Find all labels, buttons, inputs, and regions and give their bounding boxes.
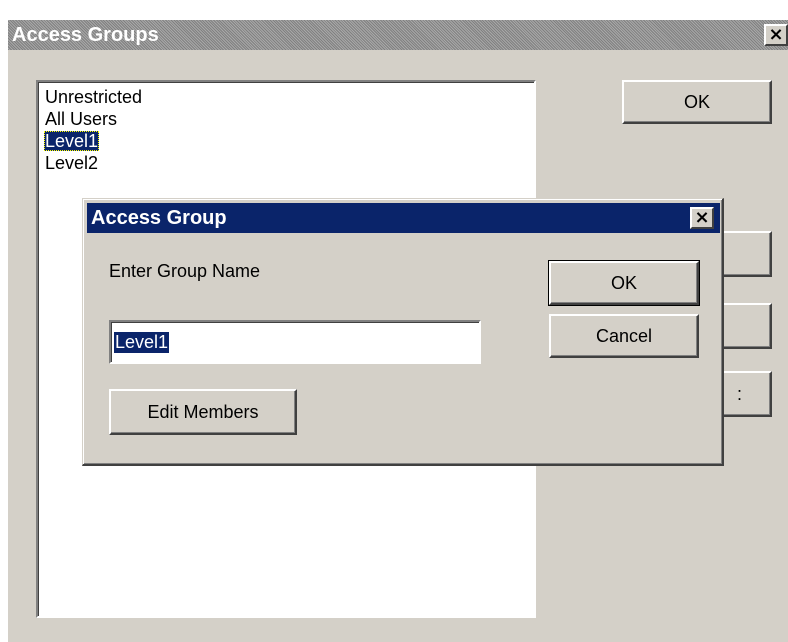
close-icon: × [694, 207, 710, 228]
edit-members-button[interactable]: Edit Members [109, 389, 297, 435]
ok-button-label: OK [683, 91, 710, 112]
list-item-label: Level1 [44, 131, 100, 151]
access-group-title: Access Group [91, 206, 227, 229]
access-groups-titlebar[interactable]: Access Groups × [8, 20, 788, 50]
list-item-label: All Users [45, 109, 118, 129]
edit-members-button-label: Edit Members [147, 401, 259, 422]
list-item-level1[interactable]: Level1 [42, 130, 530, 152]
group-name-value: Level1 [114, 331, 170, 353]
hidden-button-partial-label: : [736, 383, 742, 404]
access-groups-ok-button[interactable]: OK [622, 80, 772, 124]
list-item-unrestricted[interactable]: Unrestricted [42, 86, 530, 108]
ok-button-label: OK [610, 272, 637, 293]
cancel-button-label: Cancel [595, 325, 653, 346]
access-group-titlebar[interactable]: Access Group × [87, 203, 720, 233]
list-item-label: Unrestricted [45, 87, 143, 107]
group-name-label: Enter Group Name [109, 261, 261, 281]
access-group-ok-button[interactable]: OK [548, 260, 700, 306]
close-icon: × [768, 24, 784, 45]
list-item-level2[interactable]: Level2 [42, 152, 530, 174]
list-item-label: Level2 [45, 153, 99, 173]
access-group-cancel-button[interactable]: Cancel [549, 314, 699, 358]
access-group-dialog: Access Group × Enter Group Name Level1 O… [82, 198, 724, 466]
group-name-input[interactable]: Level1 [109, 320, 481, 364]
list-item-all-users[interactable]: All Users [42, 108, 530, 130]
access-group-close-button[interactable]: × [690, 207, 714, 229]
access-groups-close-button[interactable]: × [764, 24, 788, 46]
access-groups-title: Access Groups [12, 23, 159, 46]
